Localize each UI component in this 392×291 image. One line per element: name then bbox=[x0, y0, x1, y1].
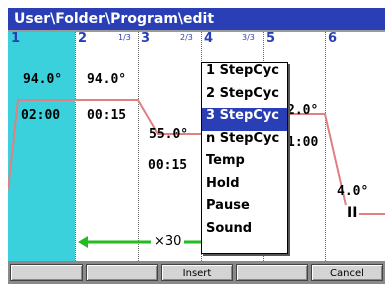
softkey-2-button[interactable] bbox=[86, 264, 158, 281]
menu-item-pause[interactable]: Pause bbox=[202, 198, 287, 221]
menu-item-temp[interactable]: Temp bbox=[202, 153, 287, 176]
program-profile: 1 2 1/3 3 2/3 4 3/3 5 6 94.0° 02:00 94.0… bbox=[8, 32, 385, 261]
step-5-temperature[interactable]: 2.0° bbox=[287, 103, 318, 118]
hold-icon: II bbox=[345, 205, 360, 221]
step-3-time[interactable]: 00:15 bbox=[148, 158, 187, 173]
step-2-temperature[interactable]: 94.0° bbox=[87, 72, 126, 87]
menu-item-3-stepcyc[interactable]: 3 StepCyc bbox=[202, 108, 287, 131]
step-1-temperature[interactable]: 94.0° bbox=[23, 72, 62, 87]
menu-item-hold[interactable]: Hold bbox=[202, 176, 287, 199]
cancel-button[interactable]: Cancel bbox=[311, 264, 383, 281]
step-3-temperature[interactable]: 55.0° bbox=[149, 127, 188, 142]
menu-item-sound[interactable]: Sound bbox=[202, 221, 287, 244]
softkey-4-button[interactable] bbox=[236, 264, 308, 281]
step-1-time[interactable]: 02:00 bbox=[21, 108, 60, 123]
temperature-profile-line bbox=[8, 99, 385, 248]
cycle-count-label[interactable]: ×30 bbox=[151, 234, 185, 249]
softkey-bar: Insert Cancel bbox=[8, 261, 385, 284]
menu-item-n-stepcyc[interactable]: n StepCyc bbox=[202, 131, 287, 154]
softkey-1-button[interactable] bbox=[10, 264, 83, 281]
insert-button[interactable]: Insert bbox=[161, 264, 233, 281]
thermocycler-screen: User\Folder\Program\edit 1 2 1/3 3 2/3 4… bbox=[8, 8, 385, 284]
step-5-time[interactable]: 1:00 bbox=[287, 135, 318, 150]
menu-item-1-stepcyc[interactable]: 1 StepCyc bbox=[202, 63, 287, 86]
menu-item-2-stepcyc[interactable]: 2 StepCyc bbox=[202, 86, 287, 109]
title-bar: User\Folder\Program\edit bbox=[8, 8, 385, 30]
step-6-temperature[interactable]: 4.0° bbox=[337, 184, 368, 199]
step-2-time[interactable]: 00:15 bbox=[87, 108, 126, 123]
insert-step-menu: 1 StepCyc 2 StepCyc 3 StepCyc n StepCyc … bbox=[201, 62, 288, 254]
